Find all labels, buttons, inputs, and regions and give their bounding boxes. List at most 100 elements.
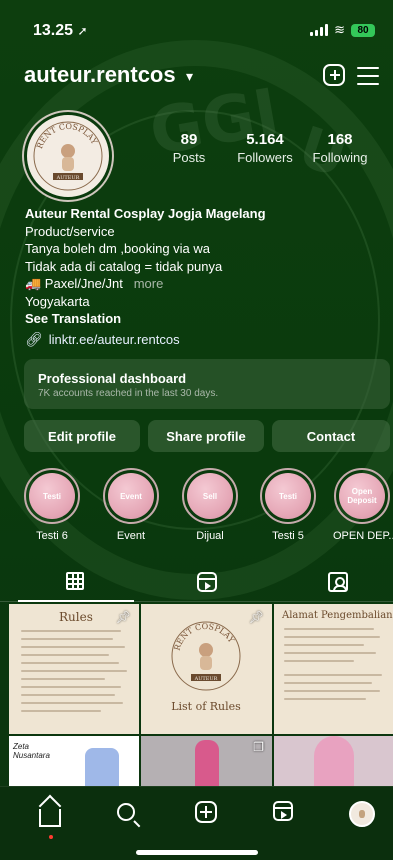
grid-icon [66,572,84,590]
notification-dot [49,835,53,839]
profile-tabs [0,566,393,602]
nav-home[interactable] [39,801,65,839]
post-tile-photo[interactable]: ❐ [141,736,272,786]
new-post-button[interactable] [323,64,349,90]
profile-category: Product/service [25,223,115,239]
highlight-item[interactable]: Event Event [102,468,160,542]
following-stat[interactable]: 168 Following [307,131,373,165]
highlight-label: Event [116,530,146,542]
bio-line: Tidak ada di catalog = tidak punya [25,258,223,274]
highlight-item[interactable]: Open Deposit OPEN DEP... [333,468,393,542]
profile-name: Auteur Rental Cosplay Jogja Magelang [25,206,266,221]
post-tile-zeta[interactable]: Zeta Nusantara [9,736,139,786]
status-right: ≋ 80 [310,22,375,38]
highlight-label: Testi 6 [36,530,68,542]
posts-label: Posts [172,150,206,165]
post-tile-address[interactable]: Alamat Pengembalian [274,604,393,734]
bio-line: 🚚 Paxel/Jne/Jnt [25,276,123,291]
posts-stat[interactable]: 89 Posts [165,131,213,165]
nav-profile[interactable] [349,801,375,827]
post-address-title: Alamat Pengembalian [282,610,393,621]
highlight-ring: Testi [24,468,80,524]
bio-line-shipping: 🚚 Paxel/Jne/Jnt more [25,275,375,293]
menu-button[interactable] [357,64,383,90]
highlight-label: Dijual [196,530,224,542]
highlight-item[interactable]: Sell Dijual [181,468,239,542]
highlight-ring: Testi [260,468,316,524]
highlight-cover: Event [108,473,154,519]
tab-posts-grid[interactable] [66,572,88,594]
edit-profile-button[interactable]: Edit profile [24,420,140,452]
profile-header: auteur.rentcos ▾ [0,62,393,94]
highlight-label: Testi 5 [272,530,304,542]
profile-location: Yogyakarta [25,293,90,309]
avatar[interactable]: RENT COSPLAY AUTEUR [24,112,112,200]
active-tab-indicator [18,600,134,602]
following-label: Following [312,150,368,165]
share-profile-button[interactable]: Share profile [148,420,264,452]
reels-icon [273,801,293,821]
carousel-icon: ❐ [253,740,264,754]
profile-link-text: linktr.ee/auteur.rentcos [48,332,180,347]
post-rules-title: Rules [59,610,93,624]
username-title[interactable]: auteur.rentcos [24,62,176,88]
reels-icon [197,572,217,592]
followers-stat[interactable]: 5.164 Followers [229,131,301,165]
highlight-ring: Open Deposit [334,468,390,524]
bottom-nav [0,786,393,860]
highlight-ring: Sell [182,468,238,524]
followers-count: 5.164 [246,131,284,148]
tab-reels[interactable] [197,572,219,594]
svg-text:AUTEUR: AUTEUR [194,676,218,682]
posts-count: 89 [180,131,198,148]
nav-search[interactable] [117,801,143,827]
link-icon: 🔗︎ [25,331,43,347]
post-tile-rules[interactable]: Rules 📌︎ [9,604,139,734]
tagged-icon [328,572,348,592]
profile-bio: Auteur Rental Cosplay Jogja Magelang Pro… [25,205,375,328]
post-zeta-text: Zeta Nusantara [13,742,50,760]
contact-button[interactable]: Contact [272,420,390,452]
highlight-item[interactable]: Testi Testi 5 [259,468,317,542]
status-time: 13.25 ➚ [33,22,88,39]
professional-dashboard[interactable]: Professional dashboard 7K accounts reach… [24,359,390,409]
profile-link[interactable]: 🔗︎ linktr.ee/auteur.rentcos [25,331,180,348]
instagram-profile-screen: GGI U 13.25 ➚ ≋ 80 auteur.rentcos ▾ RENT… [0,0,393,860]
post-tile-list-of-rules[interactable]: RENT COSPLAY AUTEUR List of Rules 📌︎ [141,604,272,734]
signal-icon [310,24,329,36]
home-indicator[interactable] [136,850,258,855]
svg-text:List of Rules: List of Rules [171,700,241,713]
svg-text:AUTEUR: AUTEUR [56,175,80,181]
highlight-cover: Testi [29,473,75,519]
home-icon [39,809,61,827]
highlight-cover: Testi [265,473,311,519]
highlight-ring: Event [103,468,159,524]
hamburger-menu-icon [357,67,379,85]
following-count: 168 [327,131,353,148]
auteur-logo-icon: RENT COSPLAY AUTEUR [33,121,103,191]
post-tile-pink[interactable] [274,736,393,786]
nav-create[interactable] [195,801,221,827]
battery-icon: 80 [351,23,375,37]
post-character-image [195,740,219,786]
location-arrow-icon: ➚ [77,24,88,38]
highlight-label: OPEN DEP... [333,530,393,542]
profile-icon [349,801,375,827]
tab-tagged[interactable] [328,572,350,594]
bio-line: Tanya boleh dm ,booking via wa [25,241,211,256]
nav-reels[interactable] [273,801,299,827]
see-translation-link[interactable]: See Translation [25,310,375,328]
wifi-icon: ≋ [334,22,345,37]
status-bar: 13.25 ➚ ≋ 80 [0,0,393,54]
highlight-item[interactable]: Testi Testi 6 [23,468,81,542]
pin-icon: 📌︎ [248,610,264,624]
dashboard-title: Professional dashboard [38,371,187,386]
more-link[interactable]: more [134,276,164,291]
create-icon [195,801,217,823]
post-character-image [85,748,119,786]
followers-label: Followers [237,150,293,165]
pin-icon: 📌︎ [115,610,131,624]
plus-square-icon [323,64,345,86]
dashboard-subtitle: 7K accounts reached in the last 30 days. [38,388,219,399]
chevron-down-icon[interactable]: ▾ [186,68,193,85]
